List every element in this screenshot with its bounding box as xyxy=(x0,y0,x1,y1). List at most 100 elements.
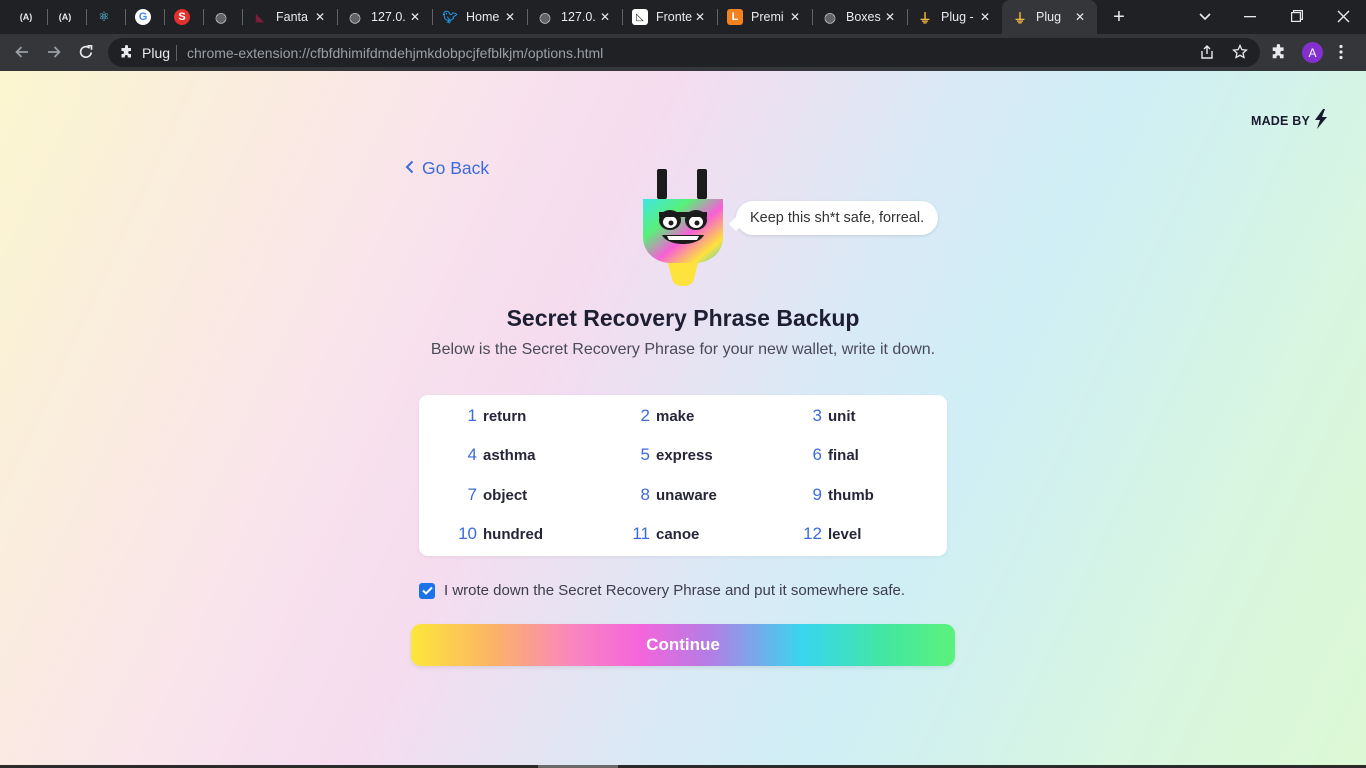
recovery-word-text: canoe xyxy=(656,525,700,543)
browser-tab[interactable]: ⏚ Plug ✕ xyxy=(1002,0,1097,34)
browser-tabstrip: (A) (A) ⚛ G S ◍ ◣ Fanta ✕ ◍ 127.0. ✕ 🐦︎ Home ✕ ◍ 127.0. ✕… xyxy=(0,0,1366,34)
recovery-phrase-card: 1 return 2 make 3 unit 4 asthma 5 express 6 final 7 o… xyxy=(419,395,947,556)
plug-mascot-illustration xyxy=(640,169,726,292)
made-by-badge[interactable]: MADE BY xyxy=(1251,109,1328,132)
confirm-checkbox-label[interactable]: I wrote down the Secret Recovery Phrase … xyxy=(444,582,905,599)
omnibox-divider xyxy=(176,45,177,61)
tab-close-icon[interactable]: ✕ xyxy=(978,10,992,24)
recovery-word: 4 asthma xyxy=(445,445,595,465)
tab-title: Fanta xyxy=(276,10,308,24)
react-icon: ⚛ xyxy=(98,9,110,24)
tab-search-icon[interactable] xyxy=(1196,8,1214,26)
url-text[interactable]: chrome-extension://cfbfdhimifdmdehjmkdob… xyxy=(187,45,603,61)
angular-icon: (A) xyxy=(58,12,72,22)
recovery-word-text: express xyxy=(656,446,713,464)
profile-avatar[interactable]: A xyxy=(1302,42,1323,63)
recovery-word-number: 6 xyxy=(812,445,822,464)
recovery-word-text: return xyxy=(483,407,527,425)
plug-icon: ⏚ xyxy=(918,10,932,26)
bookmark-star-icon[interactable] xyxy=(1232,43,1248,65)
tab-close-icon[interactable]: ✕ xyxy=(693,10,707,24)
browser-tab[interactable]: ◺ Fronte ✕ xyxy=(622,0,717,34)
recovery-word-number: 7 xyxy=(467,485,477,504)
browser-tab[interactable]: (A) xyxy=(8,0,47,34)
tab-close-icon[interactable]: ✕ xyxy=(883,10,897,24)
extensions-icon[interactable] xyxy=(1270,43,1288,61)
tab-close-icon[interactable]: ✕ xyxy=(503,10,517,24)
go-back-label: Go Back xyxy=(422,158,490,178)
tab-title: Plug - xyxy=(941,10,974,24)
page-title: Secret Recovery Phrase Backup xyxy=(506,305,860,331)
tab-close-icon[interactable]: ✕ xyxy=(1073,10,1087,24)
globe-icon: ◍ xyxy=(823,8,837,25)
confirm-checkbox-row[interactable]: I wrote down the Secret Recovery Phrase … xyxy=(419,582,905,599)
tab-title: Fronte xyxy=(656,10,692,24)
lightning-logo-icon xyxy=(1314,109,1328,132)
address-bar[interactable]: Plug chrome-extension://cfbfdhimifdmdehj… xyxy=(108,38,1260,67)
recovery-word-number: 8 xyxy=(640,485,650,504)
new-tab-button[interactable]: + xyxy=(1108,6,1130,28)
browser-tab[interactable]: ◍ Boxes ✕ xyxy=(812,0,907,34)
browser-tab[interactable]: ◣ Fanta ✕ xyxy=(242,0,337,34)
plug-icon: ⏚ xyxy=(1013,10,1027,26)
recovery-word-text: level xyxy=(828,525,862,543)
tab-close-icon[interactable]: ✕ xyxy=(313,10,327,24)
fantom-icon: ◣ xyxy=(255,11,265,24)
tab-close-icon[interactable]: ✕ xyxy=(408,10,422,24)
browser-tab[interactable]: ⚛ xyxy=(86,0,125,34)
browser-tab[interactable]: L Premi ✕ xyxy=(717,0,812,34)
tab-title: 127.0. xyxy=(561,10,596,24)
tab-close-icon[interactable]: ✕ xyxy=(598,10,612,24)
globe-icon: ◍ xyxy=(214,8,228,25)
recovery-word-number: 9 xyxy=(812,485,822,504)
recovery-word-number: 3 xyxy=(812,406,822,425)
browser-tab[interactable]: S xyxy=(164,0,203,34)
restore-window-icon[interactable] xyxy=(1287,7,1307,25)
recovery-word: 11 canoe xyxy=(618,524,768,544)
recovery-word-text: unaware xyxy=(656,486,717,504)
recovery-word: 9 thumb xyxy=(790,485,940,505)
back-icon[interactable] xyxy=(12,42,32,62)
made-by-label: MADE BY xyxy=(1250,113,1310,128)
google-icon: G xyxy=(135,9,151,25)
tab-title: Home xyxy=(466,10,500,24)
recovery-word-text: asthma xyxy=(483,446,536,464)
browser-tab[interactable]: 🐦︎ Home ✕ xyxy=(432,0,527,34)
browser-tab[interactable]: ◍ xyxy=(203,0,242,34)
reload-icon[interactable] xyxy=(76,42,96,62)
recovery-word: 3 unit xyxy=(790,406,940,426)
tab-close-icon[interactable]: ✕ xyxy=(788,10,802,24)
ls-brand-icon: L xyxy=(727,9,743,25)
tab-title: Boxes xyxy=(846,10,881,24)
close-window-icon[interactable] xyxy=(1333,7,1353,25)
s-brand-icon: S xyxy=(174,9,190,25)
recovery-word-number: 12 xyxy=(803,524,822,543)
recovery-word: 8 unaware xyxy=(618,485,768,505)
browser-menu-icon[interactable] xyxy=(1336,42,1346,62)
forward-icon[interactable] xyxy=(44,42,64,62)
browser-tab[interactable]: G xyxy=(125,0,164,34)
recovery-word-number: 2 xyxy=(640,406,650,425)
minimize-window-icon[interactable] xyxy=(1240,8,1260,26)
browser-toolbar: Plug chrome-extension://cfbfdhimifdmdehj… xyxy=(0,34,1366,71)
recovery-word: 2 make xyxy=(618,406,768,426)
recovery-word-text: unit xyxy=(828,407,856,425)
recovery-word: 1 return xyxy=(445,406,595,426)
recovery-word-number: 11 xyxy=(632,524,650,543)
share-icon[interactable] xyxy=(1199,45,1215,65)
page-subtitle: Below is the Secret Recovery Phrase for … xyxy=(430,341,936,358)
browser-tab[interactable]: ◍ 127.0. ✕ xyxy=(527,0,622,34)
extension-puzzle-icon xyxy=(120,45,134,64)
recovery-word-number: 10 xyxy=(458,524,477,543)
confirm-checkbox[interactable] xyxy=(419,582,435,599)
recovery-word: 5 express xyxy=(618,445,768,465)
recovery-word: 7 object xyxy=(445,485,595,505)
go-back-link[interactable]: Go Back xyxy=(405,158,489,179)
browser-tab[interactable]: (A) xyxy=(47,0,86,34)
browser-tab[interactable]: ◍ 127.0. ✕ xyxy=(337,0,432,34)
chevron-left-icon xyxy=(405,158,414,179)
recovery-word-number: 4 xyxy=(467,445,477,464)
recovery-word-number: 5 xyxy=(640,445,650,464)
browser-tab[interactable]: ⏚ Plug - ✕ xyxy=(907,0,1002,34)
continue-button[interactable]: Continue xyxy=(411,624,955,666)
